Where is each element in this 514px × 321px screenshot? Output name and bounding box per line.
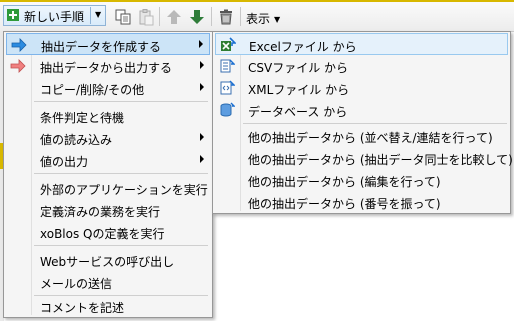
menu-item-label: 値の出力 [40, 155, 89, 169]
submenu-arrow-icon [200, 61, 204, 69]
menu-item-output-from-extract-data[interactable]: 抽出データから出力する [6, 55, 210, 77]
toolbar-separator [211, 7, 212, 26]
menu-item-run-external-app[interactable]: 外部のアプリケーションを実行 [6, 177, 210, 199]
submenu-item-compare[interactable]: 他の抽出データから (抽出データ同士を比較して) [215, 147, 513, 169]
menu-separator [34, 245, 208, 246]
create-extract-data-submenu: Excelファイル から CSVファイル から XMLファイル から データベー… [212, 31, 513, 214]
toolbar-separator [159, 7, 160, 26]
menu-item-label: xoBlos Qの定義を実行 [40, 227, 165, 241]
menu-item-label: コメントを記述 [40, 301, 125, 315]
main-context-menu: 抽出データを作成する 抽出データから出力する コピー/削除/その他 条件判定と待… [3, 31, 213, 318]
menu-item-label: Webサービスの呼び出し [40, 255, 175, 269]
menu-item-run-xoblos-q[interactable]: xoBlos Qの定義を実行 [6, 221, 210, 243]
csv-icon [220, 59, 235, 73]
menu-item-label: 他の抽出データから (抽出データ同士を比較して) [248, 153, 513, 167]
menu-item-label: 他の抽出データから (並べ替え/連結を行って) [248, 131, 493, 145]
menu-item-label: コピー/削除/その他 [40, 83, 145, 97]
blue-arrow-icon [11, 38, 27, 52]
menu-item-read-value[interactable]: 値の読み込み [6, 127, 210, 149]
split-separator [90, 7, 91, 24]
menu-item-label: 値の読み込み [40, 133, 113, 147]
menu-separator [243, 123, 507, 124]
move-up-icon[interactable] [165, 8, 183, 26]
submenu-arrow-icon [200, 83, 204, 91]
view-menu-button[interactable]: 表示 ▼ [246, 10, 280, 27]
submenu-arrow-icon [200, 133, 204, 141]
chevron-down-icon: ▼ [274, 15, 281, 24]
copy-icon[interactable] [114, 8, 132, 26]
menu-item-send-mail[interactable]: メールの送信 [6, 271, 210, 293]
paste-icon[interactable] [137, 8, 155, 26]
menu-item-label: Excelファイル から [249, 40, 357, 54]
menu-item-run-defined-job[interactable]: 定義済みの業務を実行 [6, 199, 210, 221]
new-procedure-label: 新しい手順 [24, 10, 85, 24]
menu-item-label: CSVファイル から [248, 61, 349, 75]
red-arrow-icon [10, 59, 26, 73]
menu-item-label: XMLファイル から [248, 83, 350, 97]
submenu-item-from-excel[interactable]: Excelファイル から [215, 33, 508, 55]
menu-item-label: データベース から [248, 105, 348, 119]
excel-icon [221, 37, 236, 51]
menu-item-label: 他の抽出データから (番号を振って) [248, 197, 441, 211]
submenu-item-from-database[interactable]: データベース から [215, 99, 508, 121]
menu-item-label: 定義済みの業務を実行 [40, 205, 161, 219]
menu-item-create-extract-data[interactable]: 抽出データを作成する [6, 33, 210, 55]
menu-item-condition-and-wait[interactable]: 条件判定と待機 [6, 105, 210, 127]
submenu-item-sort-concat[interactable]: 他の抽出データから (並べ替え/連結を行って) [215, 125, 508, 147]
new-procedure-button[interactable]: 新しい手順 ▼ [3, 5, 106, 26]
move-down-icon[interactable] [188, 8, 206, 26]
xml-icon [220, 80, 235, 95]
menu-item-label: 抽出データから出力する [40, 61, 173, 75]
menu-item-label: 他の抽出データから (編集を行って) [248, 175, 441, 189]
menu-item-copy-delete-other[interactable]: コピー/削除/その他 [6, 77, 210, 99]
menu-item-write-comment[interactable]: コメントを記述 [6, 295, 210, 317]
menu-separator [34, 101, 208, 102]
submenu-item-from-csv[interactable]: CSVファイル から [215, 55, 508, 77]
toolbar: 新しい手順 ▼ 表示 ▼ [0, 2, 514, 32]
menu-item-label: 外部のアプリケーションを実行 [40, 183, 208, 197]
submenu-item-numbering[interactable]: 他の抽出データから (番号を振って) [215, 191, 508, 213]
menu-item-label: 抽出データを作成する [41, 40, 162, 54]
menu-item-output-value[interactable]: 値の出力 [6, 149, 210, 171]
menu-item-call-web-service[interactable]: Webサービスの呼び出し [6, 249, 210, 271]
submenu-arrow-icon [200, 155, 204, 163]
trash-icon[interactable] [217, 8, 235, 26]
menu-separator [34, 173, 208, 174]
new-procedure-icon [7, 9, 19, 21]
toolbar-separator [240, 7, 241, 26]
submenu-item-from-xml[interactable]: XMLファイル から [215, 77, 508, 99]
menu-item-label: 条件判定と待機 [40, 111, 125, 125]
submenu-item-edit[interactable]: 他の抽出データから (編集を行って) [215, 169, 508, 191]
database-icon [220, 102, 235, 117]
view-menu-label: 表示 [246, 12, 271, 26]
submenu-arrow-icon [199, 40, 203, 48]
menu-item-label: メールの送信 [40, 277, 113, 291]
chevron-down-icon[interactable]: ▼ [95, 10, 101, 19]
